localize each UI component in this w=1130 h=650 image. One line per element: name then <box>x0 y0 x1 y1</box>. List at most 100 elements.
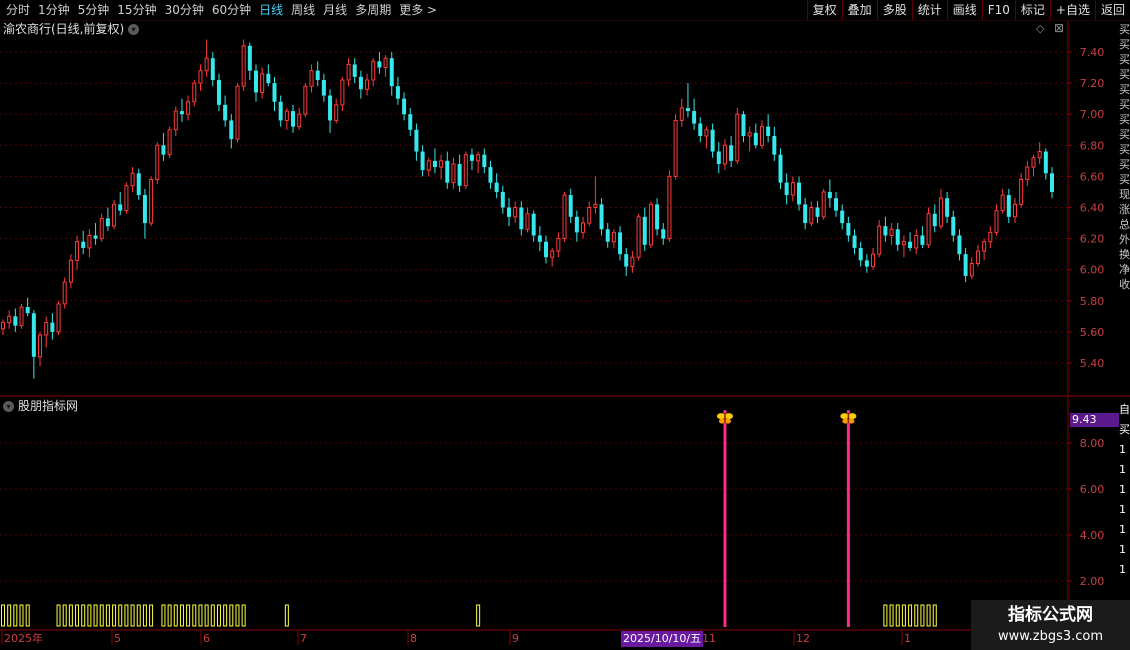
butterfly-wing <box>724 418 731 424</box>
candle-body <box>556 238 561 252</box>
candle-body <box>395 86 400 99</box>
candle-body <box>790 182 795 196</box>
candle-body <box>204 57 209 72</box>
candle-body <box>988 231 993 243</box>
candle-body <box>229 120 234 140</box>
indicator-bar <box>105 604 110 627</box>
candle-body <box>735 113 740 162</box>
candle-body <box>389 58 394 87</box>
indicator-bar <box>476 604 481 627</box>
candle-body <box>803 204 808 224</box>
candle-body <box>13 316 18 326</box>
candle-body <box>957 235 962 255</box>
candle-body <box>778 154 783 183</box>
date-label: 6 <box>203 632 210 645</box>
candle-body <box>531 213 536 236</box>
candle-body <box>1037 151 1042 159</box>
candle-body <box>482 154 487 168</box>
candle-body <box>692 111 697 124</box>
butterfly-wing <box>724 413 733 420</box>
candle-body <box>50 322 55 332</box>
indicator-bar <box>901 604 906 627</box>
indicator-bar <box>932 604 937 627</box>
candle-body <box>963 254 968 276</box>
candle-body <box>1012 203 1017 218</box>
candle-body <box>624 254 629 267</box>
candle-body <box>426 160 431 171</box>
price-tick-label: 6.40 <box>1080 202 1105 215</box>
candle-body <box>920 235 925 245</box>
indicator-bar <box>223 604 228 627</box>
candle-body <box>494 182 499 192</box>
candle-body <box>179 111 184 115</box>
candle-body <box>581 222 586 233</box>
candle-body <box>815 207 820 217</box>
candle-body <box>297 113 302 128</box>
indicator-bar <box>889 604 894 627</box>
candle-body <box>118 204 123 211</box>
candle-body <box>328 95 333 121</box>
candle-body <box>99 217 104 240</box>
indicator-bar <box>204 604 209 627</box>
candle-body <box>969 262 974 277</box>
candle-body <box>439 160 444 168</box>
candle-body <box>513 207 518 218</box>
indicator-bar <box>118 604 123 627</box>
price-tick-label: 7.00 <box>1080 108 1105 121</box>
candle-body <box>321 79 326 96</box>
candle-body <box>889 228 894 236</box>
candle-body <box>587 207 592 224</box>
candle-body <box>945 198 950 217</box>
candle-body <box>223 104 228 121</box>
date-label: 12 <box>796 632 810 645</box>
candle-body <box>340 79 345 106</box>
indicator-bar <box>192 604 197 627</box>
candle-body <box>315 70 320 80</box>
candle-body <box>124 185 129 212</box>
candle-body <box>19 306 24 327</box>
price-tick-label: 7.40 <box>1080 46 1105 59</box>
candle-body <box>334 104 339 121</box>
indicator-bar <box>7 604 12 627</box>
kline-chart[interactable]: 7.40 7.20 7.00 6.80 6.60 6.40 6.20 6.00 5.80 5.60… <box>0 0 1130 650</box>
candle-body <box>611 231 616 243</box>
candle-body <box>210 58 215 80</box>
candle-body <box>68 259 73 283</box>
candle-body <box>858 247 863 261</box>
candle-body <box>383 57 388 69</box>
indicator-bar <box>161 604 166 627</box>
candle-body <box>432 160 437 168</box>
candle-body <box>75 241 80 261</box>
date-label: 7 <box>300 632 307 645</box>
candle-body <box>414 129 419 152</box>
candle-body <box>661 229 666 239</box>
indicator-bar <box>920 604 925 627</box>
indicator-tick-label: 8.00 <box>1080 437 1105 450</box>
candle-body <box>519 207 524 230</box>
candle-body <box>500 191 505 208</box>
candle-body <box>568 195 573 217</box>
date-label: 5 <box>114 632 121 645</box>
indicator-bar <box>124 604 129 627</box>
candle-body <box>167 129 172 156</box>
candle-body <box>358 76 363 90</box>
candle-body <box>130 172 135 187</box>
candle-body <box>809 207 814 224</box>
indicator-bar <box>235 604 240 627</box>
candle-body <box>309 70 314 87</box>
indicator-last-value: 9.43 <box>1070 413 1119 427</box>
date-label: 1 <box>904 632 911 645</box>
candle-body <box>506 207 511 217</box>
candle-body <box>371 60 376 81</box>
indicator-bar <box>895 604 900 627</box>
butterfly-wing <box>718 418 725 424</box>
indicator-bar <box>216 604 221 627</box>
candle-body <box>914 234 919 249</box>
candle-body <box>272 83 277 102</box>
candle-body <box>871 253 876 268</box>
candle-body <box>161 145 166 155</box>
indicator-bar <box>56 604 61 627</box>
candle-body <box>488 167 493 183</box>
indicator-bar <box>136 604 141 627</box>
candle-body <box>766 126 771 136</box>
